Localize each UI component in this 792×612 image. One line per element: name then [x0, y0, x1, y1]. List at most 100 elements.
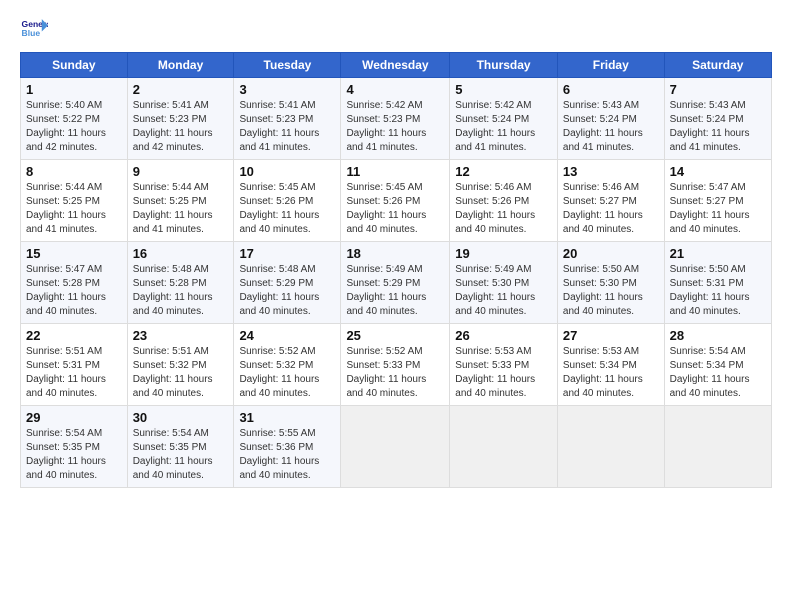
day-detail: Sunrise: 5:47 AMSunset: 5:28 PMDaylight:…	[26, 263, 122, 319]
calendar-cell: 3 Sunrise: 5:41 AMSunset: 5:23 PMDaylight…	[234, 78, 341, 160]
calendar-week-3: 15 Sunrise: 5:47 AMSunset: 5:28 PMDayligh…	[21, 242, 772, 324]
calendar-week-5: 29 Sunrise: 5:54 AMSunset: 5:35 PMDayligh…	[21, 406, 772, 488]
day-detail: Sunrise: 5:50 AMSunset: 5:30 PMDaylight:…	[563, 263, 659, 319]
calendar-cell: 19 Sunrise: 5:49 AMSunset: 5:30 PMDayligh…	[450, 242, 558, 324]
calendar-cell: 22 Sunrise: 5:51 AMSunset: 5:31 PMDayligh…	[21, 324, 128, 406]
calendar-cell	[341, 406, 450, 488]
calendar-cell: 9Sunrise: 5:44 AMSunset: 5:25 PMDaylight…	[127, 160, 234, 242]
dow-header-sunday: Sunday	[21, 53, 128, 78]
day-detail: Sunrise: 5:53 AMSunset: 5:33 PMDaylight:…	[455, 345, 552, 401]
calendar-cell: 27 Sunrise: 5:53 AMSunset: 5:34 PMDayligh…	[557, 324, 664, 406]
dow-header-tuesday: Tuesday	[234, 53, 341, 78]
dow-header-saturday: Saturday	[664, 53, 771, 78]
day-detail: Sunrise: 5:49 AMSunset: 5:30 PMDaylight:…	[455, 263, 552, 319]
day-detail: Sunrise: 5:51 AMSunset: 5:31 PMDaylight:…	[26, 345, 122, 401]
svg-text:Blue: Blue	[22, 28, 41, 38]
day-number: 24	[239, 328, 335, 343]
calendar-week-1: 1 Sunrise: 5:40 AMSunset: 5:22 PMDaylight…	[21, 78, 772, 160]
day-number: 21	[670, 246, 766, 261]
day-detail: Sunrise: 5:49 AMSunset: 5:29 PMDaylight:…	[346, 263, 444, 319]
day-number: 8	[26, 164, 122, 179]
calendar-cell: 31 Sunrise: 5:55 AMSunset: 5:36 PMDayligh…	[234, 406, 341, 488]
day-detail: Sunrise: 5:43 AMSunset: 5:24 PMDaylight:…	[670, 99, 766, 155]
day-number: 5	[455, 82, 552, 97]
dow-header-thursday: Thursday	[450, 53, 558, 78]
day-number: 7	[670, 82, 766, 97]
day-detail: Sunrise: 5:53 AMSunset: 5:34 PMDaylight:…	[563, 345, 659, 401]
day-number: 19	[455, 246, 552, 261]
calendar-cell: 10 Sunrise: 5:45 AMSunset: 5:26 PMDayligh…	[234, 160, 341, 242]
calendar-cell: 30Sunrise: 5:54 AMSunset: 5:35 PMDayligh…	[127, 406, 234, 488]
day-number: 1	[26, 82, 122, 97]
calendar-cell: 21 Sunrise: 5:50 AMSunset: 5:31 PMDayligh…	[664, 242, 771, 324]
day-detail: Sunrise: 5:41 AMSunset: 5:23 PMDaylight:…	[133, 99, 229, 155]
day-detail: Sunrise: 5:48 AMSunset: 5:29 PMDaylight:…	[239, 263, 335, 319]
day-number: 23	[133, 328, 229, 343]
day-detail: Sunrise: 5:47 AMSunset: 5:27 PMDaylight:…	[670, 181, 766, 237]
day-number: 9	[133, 164, 229, 179]
day-detail: Sunrise: 5:54 AMSunset: 5:35 PMDaylight:…	[133, 427, 229, 483]
day-detail: Sunrise: 5:50 AMSunset: 5:31 PMDaylight:…	[670, 263, 766, 319]
day-detail: Sunrise: 5:41 AMSunset: 5:23 PMDaylight:…	[239, 99, 335, 155]
day-detail: Sunrise: 5:48 AMSunset: 5:28 PMDaylight:…	[133, 263, 229, 319]
day-detail: Sunrise: 5:55 AMSunset: 5:36 PMDaylight:…	[239, 427, 335, 483]
day-number: 17	[239, 246, 335, 261]
day-number: 25	[346, 328, 444, 343]
logo-icon: General Blue	[20, 16, 48, 44]
calendar-cell: 6Sunrise: 5:43 AMSunset: 5:24 PMDaylight…	[557, 78, 664, 160]
calendar-cell: 25 Sunrise: 5:52 AMSunset: 5:33 PMDayligh…	[341, 324, 450, 406]
day-detail: Sunrise: 5:54 AMSunset: 5:35 PMDaylight:…	[26, 427, 122, 483]
day-detail: Sunrise: 5:42 AMSunset: 5:24 PMDaylight:…	[455, 99, 552, 155]
day-detail: Sunrise: 5:45 AMSunset: 5:26 PMDaylight:…	[239, 181, 335, 237]
day-detail: Sunrise: 5:46 AMSunset: 5:27 PMDaylight:…	[563, 181, 659, 237]
calendar-cell: 2 Sunrise: 5:41 AMSunset: 5:23 PMDaylight…	[127, 78, 234, 160]
logo: General Blue	[20, 16, 48, 44]
calendar-cell: 4 Sunrise: 5:42 AMSunset: 5:23 PMDaylight…	[341, 78, 450, 160]
calendar-cell: 14Sunrise: 5:47 AMSunset: 5:27 PMDayligh…	[664, 160, 771, 242]
calendar-cell	[664, 406, 771, 488]
day-detail: Sunrise: 5:54 AMSunset: 5:34 PMDaylight:…	[670, 345, 766, 401]
day-detail: Sunrise: 5:43 AMSunset: 5:24 PMDaylight:…	[563, 99, 659, 155]
calendar-cell: 29 Sunrise: 5:54 AMSunset: 5:35 PMDayligh…	[21, 406, 128, 488]
day-detail: Sunrise: 5:51 AMSunset: 5:32 PMDaylight:…	[133, 345, 229, 401]
day-detail: Sunrise: 5:42 AMSunset: 5:23 PMDaylight:…	[346, 99, 444, 155]
day-number: 10	[239, 164, 335, 179]
calendar-cell: 20 Sunrise: 5:50 AMSunset: 5:30 PMDayligh…	[557, 242, 664, 324]
calendar-cell: 8 Sunrise: 5:44 AMSunset: 5:25 PMDaylight…	[21, 160, 128, 242]
calendar-cell: 18 Sunrise: 5:49 AMSunset: 5:29 PMDayligh…	[341, 242, 450, 324]
day-detail: Sunrise: 5:40 AMSunset: 5:22 PMDaylight:…	[26, 99, 122, 155]
calendar-cell: 15 Sunrise: 5:47 AMSunset: 5:28 PMDayligh…	[21, 242, 128, 324]
day-number: 11	[346, 164, 444, 179]
day-number: 22	[26, 328, 122, 343]
day-number: 4	[346, 82, 444, 97]
day-detail: Sunrise: 5:46 AMSunset: 5:26 PMDaylight:…	[455, 181, 552, 237]
day-number: 2	[133, 82, 229, 97]
calendar-cell: 23 Sunrise: 5:51 AMSunset: 5:32 PMDayligh…	[127, 324, 234, 406]
day-detail: Sunrise: 5:44 AMSunset: 5:25 PMDaylight:…	[26, 181, 122, 237]
day-number: 31	[239, 410, 335, 425]
calendar-cell: 26Sunrise: 5:53 AMSunset: 5:33 PMDayligh…	[450, 324, 558, 406]
day-number: 27	[563, 328, 659, 343]
calendar-week-4: 22 Sunrise: 5:51 AMSunset: 5:31 PMDayligh…	[21, 324, 772, 406]
day-number: 20	[563, 246, 659, 261]
day-detail: Sunrise: 5:52 AMSunset: 5:32 PMDaylight:…	[239, 345, 335, 401]
day-number: 18	[346, 246, 444, 261]
calendar-cell	[557, 406, 664, 488]
calendar-cell: 1 Sunrise: 5:40 AMSunset: 5:22 PMDaylight…	[21, 78, 128, 160]
day-number: 28	[670, 328, 766, 343]
day-number: 15	[26, 246, 122, 261]
calendar-week-2: 8 Sunrise: 5:44 AMSunset: 5:25 PMDaylight…	[21, 160, 772, 242]
calendar-cell	[450, 406, 558, 488]
calendar-cell: 16 Sunrise: 5:48 AMSunset: 5:28 PMDayligh…	[127, 242, 234, 324]
calendar-cell: 11Sunrise: 5:45 AMSunset: 5:26 PMDayligh…	[341, 160, 450, 242]
calendar-cell: 12Sunrise: 5:46 AMSunset: 5:26 PMDayligh…	[450, 160, 558, 242]
dow-header-monday: Monday	[127, 53, 234, 78]
calendar-cell: 5 Sunrise: 5:42 AMSunset: 5:24 PMDaylight…	[450, 78, 558, 160]
day-number: 16	[133, 246, 229, 261]
day-number: 13	[563, 164, 659, 179]
day-number: 3	[239, 82, 335, 97]
day-number: 29	[26, 410, 122, 425]
day-detail: Sunrise: 5:52 AMSunset: 5:33 PMDaylight:…	[346, 345, 444, 401]
calendar-cell: 28 Sunrise: 5:54 AMSunset: 5:34 PMDayligh…	[664, 324, 771, 406]
dow-header-friday: Friday	[557, 53, 664, 78]
